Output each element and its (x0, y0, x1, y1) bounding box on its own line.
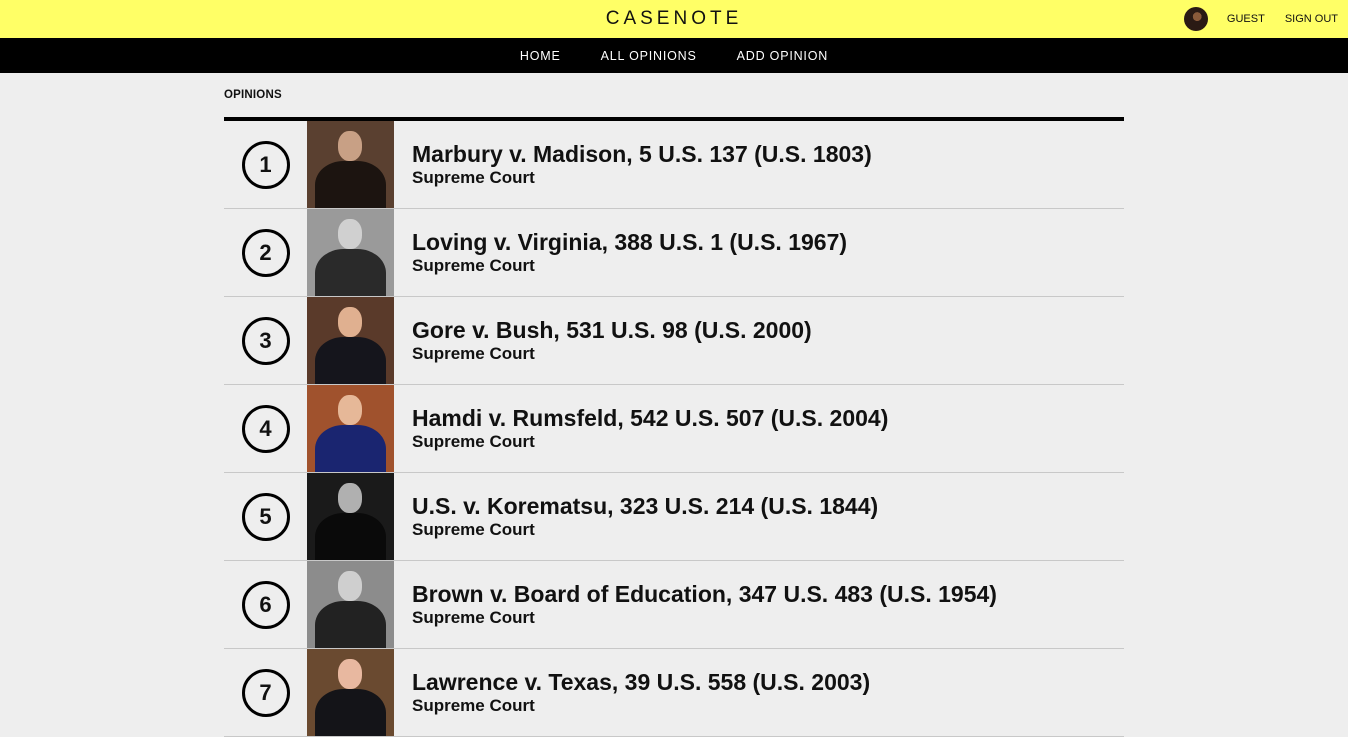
court-name: Supreme Court (412, 255, 535, 275)
case-title[interactable]: Lawrence v. Texas, 39 U.S. 558 (U.S. 200… (412, 669, 870, 695)
opinion-row[interactable]: 4 Hamdi v. Rumsfeld, 542 U.S. 507 (U.S. … (224, 385, 1124, 473)
site-logo[interactable]: CASENOTE (0, 0, 1348, 38)
justice-portrait[interactable] (307, 473, 394, 560)
justice-portrait[interactable] (307, 121, 394, 208)
case-title[interactable]: U.S. v. Korematsu, 323 U.S. 214 (U.S. 18… (412, 493, 878, 519)
opinion-row[interactable]: 5 U.S. v. Korematsu, 323 U.S. 214 (U.S. … (224, 473, 1124, 561)
case-title[interactable]: Gore v. Bush, 531 U.S. 98 (U.S. 2000) (412, 317, 812, 343)
opinion-text: Gore v. Bush, 531 U.S. 98 (U.S. 2000) Su… (394, 297, 812, 384)
portrait-robe (315, 689, 386, 736)
portrait-robe (315, 601, 386, 648)
top-bar: CASENOTE GUEST SIGN OUT (0, 0, 1348, 38)
nav-home[interactable]: HOME (520, 49, 561, 63)
section-title: OPINIONS (224, 89, 1124, 121)
justice-portrait[interactable] (307, 649, 394, 736)
justice-portrait[interactable] (307, 297, 394, 384)
opinion-row[interactable]: 3 Gore v. Bush, 531 U.S. 98 (U.S. 2000) … (224, 297, 1124, 385)
opinion-text: Loving v. Virginia, 388 U.S. 1 (U.S. 196… (394, 209, 847, 296)
court-name: Supreme Court (412, 519, 535, 539)
court-name: Supreme Court (412, 343, 535, 363)
opinion-text: Hamdi v. Rumsfeld, 542 U.S. 507 (U.S. 20… (394, 385, 888, 472)
opinion-list: 1 Marbury v. Madison, 5 U.S. 137 (U.S. 1… (224, 121, 1124, 737)
court-name: Supreme Court (412, 607, 535, 627)
rank-container: 2 (224, 209, 307, 296)
opinion-row[interactable]: 7 Lawrence v. Texas, 39 U.S. 558 (U.S. 2… (224, 649, 1124, 737)
portrait-head (338, 131, 362, 161)
rank-container: 5 (224, 473, 307, 560)
rank-container: 6 (224, 561, 307, 648)
nav-add-opinion[interactable]: ADD OPINION (737, 49, 828, 63)
user-area: GUEST SIGN OUT (1183, 0, 1338, 38)
court-name: Supreme Court (412, 167, 535, 187)
opinion-text: Lawrence v. Texas, 39 U.S. 558 (U.S. 200… (394, 649, 870, 736)
portrait-head (338, 307, 362, 337)
rank-container: 7 (224, 649, 307, 736)
portrait-head (338, 483, 362, 513)
guest-user-link[interactable]: GUEST (1227, 13, 1265, 25)
rank-badge: 7 (241, 668, 290, 717)
opinion-text: Marbury v. Madison, 5 U.S. 137 (U.S. 180… (394, 121, 872, 208)
portrait-head (338, 659, 362, 689)
portrait-robe (315, 513, 386, 560)
portrait-head (338, 571, 362, 601)
portrait-head (338, 395, 362, 425)
opinion-text: Brown v. Board of Education, 347 U.S. 48… (394, 561, 997, 648)
main-nav: HOME ALL OPINIONS ADD OPINION (0, 38, 1348, 73)
case-title[interactable]: Marbury v. Madison, 5 U.S. 137 (U.S. 180… (412, 141, 872, 167)
sign-out-link[interactable]: SIGN OUT (1285, 13, 1338, 25)
case-title[interactable]: Hamdi v. Rumsfeld, 542 U.S. 507 (U.S. 20… (412, 405, 888, 431)
court-name: Supreme Court (412, 431, 535, 451)
main-content: OPINIONS 1 Marbury v. Madison, 5 U.S. 13… (224, 73, 1124, 737)
justice-portrait[interactable] (307, 209, 394, 296)
opinion-row[interactable]: 1 Marbury v. Madison, 5 U.S. 137 (U.S. 1… (224, 121, 1124, 209)
rank-container: 3 (224, 297, 307, 384)
case-title[interactable]: Loving v. Virginia, 388 U.S. 1 (U.S. 196… (412, 229, 847, 255)
justice-portrait[interactable] (307, 385, 394, 472)
justice-portrait[interactable] (307, 561, 394, 648)
rank-container: 1 (224, 121, 307, 208)
rank-badge: 5 (241, 492, 290, 541)
opinion-text: U.S. v. Korematsu, 323 U.S. 214 (U.S. 18… (394, 473, 878, 560)
case-title[interactable]: Brown v. Board of Education, 347 U.S. 48… (412, 581, 997, 607)
portrait-robe (315, 425, 386, 472)
rank-badge: 3 (241, 316, 290, 365)
portrait-robe (315, 161, 386, 208)
rank-badge: 4 (241, 404, 290, 453)
nav-all-opinions[interactable]: ALL OPINIONS (601, 49, 697, 63)
portrait-robe (315, 249, 386, 296)
rank-badge: 6 (241, 580, 290, 629)
portrait-robe (315, 337, 386, 384)
rank-badge: 1 (241, 140, 290, 189)
rank-badge: 2 (241, 228, 290, 277)
opinion-row[interactable]: 2 Loving v. Virginia, 388 U.S. 1 (U.S. 1… (224, 209, 1124, 297)
court-name: Supreme Court (412, 695, 535, 715)
user-avatar[interactable] (1183, 7, 1208, 31)
rank-container: 4 (224, 385, 307, 472)
portrait-head (338, 219, 362, 249)
opinion-row[interactable]: 6 Brown v. Board of Education, 347 U.S. … (224, 561, 1124, 649)
